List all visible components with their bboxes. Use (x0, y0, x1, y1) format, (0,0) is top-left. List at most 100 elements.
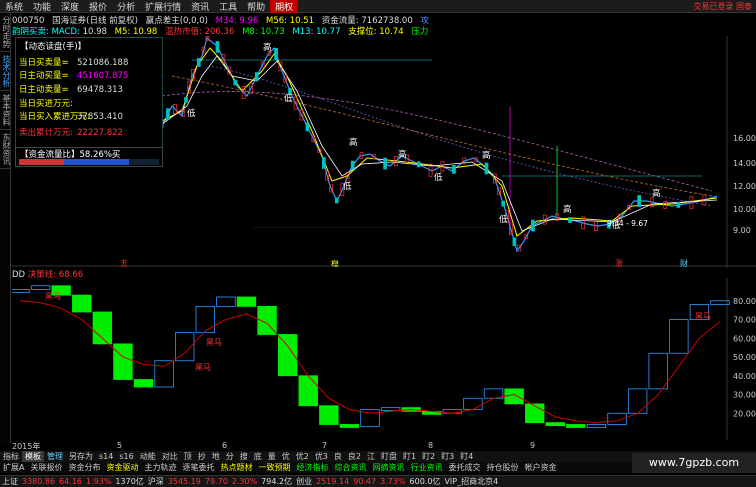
candle (184, 97, 188, 103)
dd-bar (525, 403, 545, 424)
sz-index-change: 79.70 (204, 477, 228, 486)
func-fund-distribution[interactable]: 资金分布 (65, 462, 103, 473)
cy-index-label[interactable]: 创业 (294, 476, 314, 487)
candle (166, 108, 170, 120)
indicator-axis-label: 30.00 (733, 391, 756, 400)
tab-best[interactable]: 优 (279, 451, 293, 462)
func-industry-news[interactable]: 行业资讯 (407, 462, 445, 473)
menu-function[interactable]: 功能 (28, 0, 56, 13)
func-order-by-order[interactable]: 逐笔委托 (179, 462, 217, 473)
tab-split[interactable]: 分 (223, 451, 237, 462)
flow-ratio-bar (19, 159, 159, 165)
menu-news[interactable]: 资讯 (186, 0, 214, 13)
dd-bar (319, 405, 339, 425)
price-axis-label: 10.00 (733, 205, 756, 214)
menu-help[interactable]: 帮助 (242, 0, 270, 13)
ma-long-3 (211, 65, 713, 207)
tab-compare[interactable]: 对比 (159, 451, 181, 462)
sh-index-label[interactable]: 上证 (0, 476, 20, 487)
tab-technical-analysis[interactable]: 技术分析 (0, 52, 11, 91)
high-mark-3: 高 (349, 137, 358, 148)
tab-good[interactable]: 良 (331, 451, 345, 462)
dd-bar (133, 379, 154, 388)
candle (568, 217, 572, 223)
menu-quote[interactable]: 报价 (84, 0, 112, 13)
black-horse-tag-3: 黑马 (206, 338, 222, 347)
tab-watch1[interactable]: 盯1 (400, 451, 419, 462)
candle (484, 162, 489, 175)
tab-s14[interactable]: s14 (96, 452, 116, 461)
tab-indicator[interactable]: 指标 (0, 451, 22, 462)
indicator-chart[interactable]: 80.00 70.00 60.00 50.00 40.00 30.00 20.00 黑马 黑… (12, 278, 756, 440)
cy-index-change: 90.47 (353, 477, 377, 486)
tab-watch4[interactable]: 盯4 (457, 451, 476, 462)
panel-row-2: 日主动买量= 451607.875 (19, 69, 128, 81)
tab-ground[interactable]: 地 (209, 451, 223, 462)
tab-best3[interactable]: 优3 (312, 451, 331, 462)
menu-depth[interactable]: 深度 (56, 0, 84, 13)
func-consensus[interactable]: 一致预期 (255, 462, 293, 473)
tab-save-as[interactable]: 另存为 (66, 451, 96, 462)
tab-time-sharing[interactable]: 分时走势 (0, 13, 11, 52)
indicator-axis-label: 60.00 (733, 334, 756, 343)
low-mark-1: 低 (187, 108, 196, 119)
tab-good2[interactable]: 良2 (345, 451, 364, 462)
tab-river[interactable]: 江 (364, 451, 378, 462)
sz-index-pct: 2.30% (231, 477, 258, 486)
flow-ratio-box: 【资金流量比】58.26%买 (15, 147, 163, 167)
panel-row-value: 521086.188 (77, 58, 129, 68)
date-marker-3: 涨 (615, 258, 623, 268)
tab-bottom[interactable]: 底 (251, 451, 265, 462)
dd-bar (72, 294, 92, 313)
func-main-track[interactable]: 主力轨迹 (141, 462, 179, 473)
func-holdings[interactable]: 持仓股份 (483, 462, 521, 473)
func-related-quote[interactable]: 关联报价 (27, 462, 65, 473)
high-mark-5: 高 (482, 150, 491, 161)
sz-index-amount: 794.2亿 (261, 477, 293, 486)
menu-extended-quote[interactable]: 扩展行情 (140, 0, 186, 13)
date-label-5: 5 (117, 441, 123, 450)
cy-index-amount: 600.0亿 (409, 477, 441, 486)
func-hot-topics[interactable]: 热点题材 (217, 462, 255, 473)
tab-buy[interactable]: 抄 (195, 451, 209, 462)
func-fund-driver[interactable]: 资金驱动 (103, 462, 141, 473)
panel-row-label: 卖出累计万元: (19, 128, 73, 138)
tab-watch3[interactable]: 盯3 (438, 451, 457, 462)
tab-best2[interactable]: 优2 (293, 451, 312, 462)
panel-row-5: 当日买入累进万元:37853.410 (19, 110, 123, 122)
tab-fundamentals[interactable]: 基本资料 (0, 91, 11, 130)
menu-options[interactable]: 期权 (270, 0, 299, 13)
tab-manage[interactable]: 管理 (44, 451, 66, 462)
tab-s16[interactable]: s16 (116, 452, 136, 461)
panel-row-1: 当日买卖量= 521086.188 (19, 56, 128, 68)
flow-ratio-buy-fill (19, 159, 64, 165)
func-web-news[interactable]: 网摘资讯 (369, 462, 407, 473)
panel-row-6: 卖出累计万元: 22227.822 (19, 126, 123, 138)
menu-analysis[interactable]: 分析 (112, 0, 140, 13)
func-economic-indicators[interactable]: 经济指标 (293, 462, 331, 473)
tab-template[interactable]: 模板 (22, 451, 44, 462)
candle (288, 88, 292, 94)
sh-index-change: 64.16 (59, 477, 82, 486)
price-axis-label: 9.00 (733, 226, 751, 235)
tab-news[interactable]: 东财资讯 (0, 130, 11, 169)
sz-index-label[interactable]: 沪深 (146, 476, 166, 487)
func-account-funds[interactable]: 帐户资金 (521, 462, 559, 473)
indicator-axis-label: 40.00 (733, 372, 756, 381)
func-orders-trades[interactable]: 委托成交 (445, 462, 483, 473)
dd-bar (648, 352, 668, 390)
func-composite-news[interactable]: 综合资讯 (331, 462, 369, 473)
tab-watch[interactable]: 盯盘 (378, 451, 400, 462)
chart-header-line2: 韵阴买卖: MACD: 10.98 M5: 10.98 温热市值: 206.36… (12, 25, 428, 37)
tab-volume[interactable]: 量 (265, 451, 279, 462)
tab-top[interactable]: 顶 (181, 451, 195, 462)
menu-system[interactable]: 系统 (0, 0, 28, 13)
menu-tools[interactable]: 工具 (214, 0, 242, 13)
tab-momentum[interactable]: 动能 (137, 451, 159, 462)
func-extend-a[interactable]: 扩展A (0, 462, 27, 473)
tab-search[interactable]: 搜 (237, 451, 251, 462)
panel-row-3: 日主动卖量= 69478.313 (19, 83, 123, 95)
tab-watch2[interactable]: 盯2 (419, 451, 438, 462)
candle (416, 161, 421, 168)
vip-server[interactable]: VIP_招商北京4 (442, 476, 500, 487)
